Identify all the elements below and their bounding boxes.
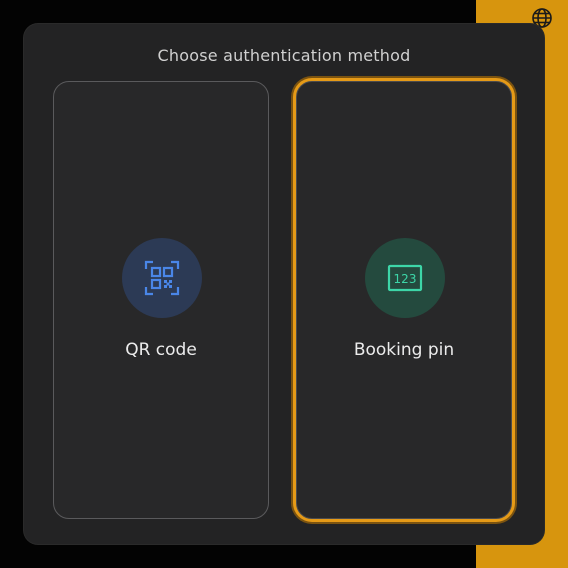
booking-pin-option[interactable]: 123 Booking pin: [296, 81, 512, 519]
booking-pin-label: Booking pin: [353, 340, 455, 360]
qr-code-option[interactable]: QR code: [53, 81, 269, 519]
qr-code-icon: [144, 260, 180, 296]
screen: Choose authentication method QR code 123…: [0, 0, 568, 568]
keypad-digits: 123: [394, 272, 417, 286]
qr-code-label: QR code: [125, 340, 197, 360]
keypad-123-icon: 123: [387, 264, 423, 292]
authentication-modal: Choose authentication method QR code 123…: [24, 24, 544, 544]
qr-code-icon-badge: [122, 238, 202, 318]
modal-title: Choose authentication method: [157, 46, 411, 65]
booking-pin-icon-badge: 123: [365, 238, 445, 318]
